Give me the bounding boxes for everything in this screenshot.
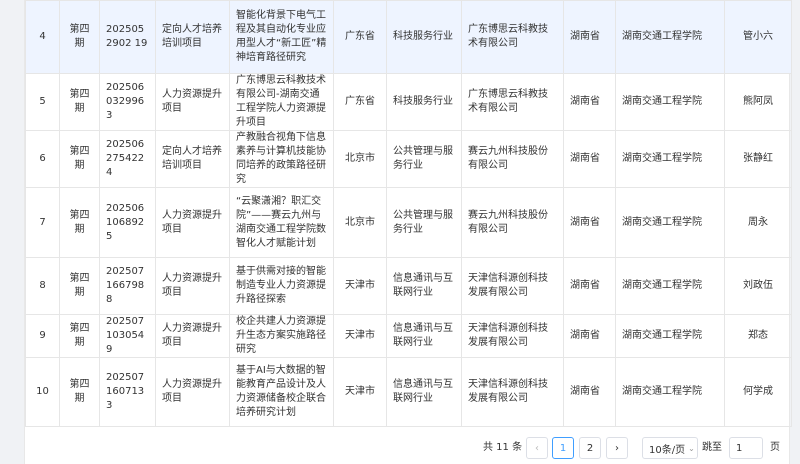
company-province-cell: 天津市: [333, 257, 387, 315]
page-1-button[interactable]: 1: [552, 437, 574, 459]
school-province-cell: 湖南省: [563, 187, 616, 258]
company-name-cell: 广东博思云科教技术有限公司: [461, 73, 564, 131]
page-size-value: 10条/页: [649, 444, 686, 456]
chevron-down-icon: ⌄: [688, 443, 695, 453]
project-type-cell: 人力资源提升项目: [155, 314, 230, 358]
table-row: 4 第四期 2025052902 19 定向人才培养培训项目 智能化背景下电气工程及其自…: [25, 0, 792, 74]
project-id-cell: 2025061068925: [99, 187, 156, 258]
project-title-cell: 广东博思云科教技术有限公司-湖南交通工程学院人力资源提升项目: [229, 73, 334, 131]
school-province-cell: 湖南省: [563, 73, 616, 131]
school-province-cell: 湖南省: [563, 0, 616, 74]
row-number: 5: [25, 73, 60, 131]
row-number: 8: [25, 257, 60, 315]
school-name-cell: 湖南交通工程学院: [615, 130, 725, 188]
school-name-cell: 湖南交通工程学院: [615, 0, 725, 74]
contact-person-cell: 周永: [724, 187, 792, 258]
row-number: 7: [25, 187, 60, 258]
row-number: 4: [25, 0, 60, 74]
project-id-cell: 2025071607133: [99, 357, 156, 427]
row-number: 10: [25, 357, 60, 427]
jump-page-input[interactable]: 1: [729, 437, 763, 459]
project-id-cell: 2025052902 19: [99, 0, 156, 74]
contact-person-cell: 刘政伍: [724, 257, 792, 315]
prev-page-button[interactable]: ‹: [526, 437, 548, 459]
project-id-cell: 2025071667988: [99, 257, 156, 315]
company-province-cell: 北京市: [333, 187, 387, 258]
jump-label: 跳至: [702, 442, 722, 453]
table-row: 8 第四期 2025071667988 人力资源提升项目 基于供需对接的智能制造专业人力…: [25, 257, 792, 315]
table-row: 5 第四期 2025060329963 人力资源提升项目 广东博思云科教技术有限公司-湖…: [25, 73, 792, 131]
contact-person-cell: 管小六: [724, 0, 792, 74]
school-name-cell: 湖南交通工程学院: [615, 357, 725, 427]
industry-cell: 公共管理与服务行业: [386, 187, 462, 258]
project-title-cell: “云聚潇湘？职汇交院”——赛云九州与湖南交通工程学院数智化人才赋能计划: [229, 187, 334, 258]
company-province-cell: 北京市: [333, 130, 387, 188]
company-name-cell: 赛云九州科技股份有限公司: [461, 187, 564, 258]
project-type-cell: 定向人才培养培训项目: [155, 0, 230, 74]
contact-person-cell: 何学成: [724, 357, 792, 427]
project-type-cell: 人力资源提升项目: [155, 187, 230, 258]
company-name-cell: 天津信科源创科技发展有限公司: [461, 257, 564, 315]
next-page-button[interactable]: ›: [606, 437, 628, 459]
period-cell: 第四期: [59, 257, 100, 315]
row-number: 6: [25, 130, 60, 188]
results-panel: 4 第四期 2025052902 19 定向人才培养培训项目 智能化背景下电气工程及其自…: [24, 0, 792, 464]
school-province-cell: 湖南省: [563, 357, 616, 427]
table-row: 9 第四期 2025071030549 人力资源提升项目 校企共建人力资源提升生态方案实…: [25, 314, 792, 358]
industry-cell: 科技服务行业: [386, 73, 462, 131]
school-name-cell: 湖南交通工程学院: [615, 73, 725, 131]
period-cell: 第四期: [59, 314, 100, 358]
company-name-cell: 赛云九州科技股份有限公司: [461, 130, 564, 188]
company-province-cell: 天津市: [333, 357, 387, 427]
school-province-cell: 湖南省: [563, 130, 616, 188]
total-count: 共 11 条: [483, 442, 523, 453]
company-province-cell: 广东省: [333, 73, 387, 131]
project-title-cell: 产教融合视角下信息素养与计算机技能协同培养的政策路径研究: [229, 130, 334, 188]
period-cell: 第四期: [59, 187, 100, 258]
period-cell: 第四期: [59, 0, 100, 74]
contact-person-cell: 张静红: [724, 130, 792, 188]
company-province-cell: 广东省: [333, 0, 387, 74]
school-province-cell: 湖南省: [563, 314, 616, 358]
page-unit-label: 页: [770, 442, 780, 453]
project-id-cell: 2025071030549: [99, 314, 156, 358]
page-2-button[interactable]: 2: [579, 437, 601, 459]
school-province-cell: 湖南省: [563, 257, 616, 315]
industry-cell: 信息通讯与互联网行业: [386, 314, 462, 358]
project-title-cell: 基于AI与大数据的智能教育产品设计及人力资源储备校企联合培养研究计划: [229, 357, 334, 427]
project-title-cell: 校企共建人力资源提升生态方案实施路径研究: [229, 314, 334, 358]
period-cell: 第四期: [59, 357, 100, 427]
industry-cell: 科技服务行业: [386, 0, 462, 74]
period-cell: 第四期: [59, 130, 100, 188]
contact-person-cell: 郑态: [724, 314, 792, 358]
project-type-cell: 人力资源提升项目: [155, 73, 230, 131]
company-province-cell: 天津市: [333, 314, 387, 358]
school-name-cell: 湖南交通工程学院: [615, 314, 725, 358]
company-name-cell: 广东博思云科教技术有限公司: [461, 0, 564, 74]
school-name-cell: 湖南交通工程学院: [615, 187, 725, 258]
project-type-cell: 人力资源提升项目: [155, 257, 230, 315]
industry-cell: 公共管理与服务行业: [386, 130, 462, 188]
project-id-cell: 2025062754224: [99, 130, 156, 188]
period-cell: 第四期: [59, 73, 100, 131]
page-size-select[interactable]: 10条/页 ⌄: [642, 437, 698, 459]
contact-person-cell: 熊阿凤: [724, 73, 792, 131]
school-name-cell: 湖南交通工程学院: [615, 257, 725, 315]
table-row: 10 第四期 2025071607133 人力资源提升项目 基于AI与大数据的智能教育产…: [25, 357, 792, 427]
table-body: 4 第四期 2025052902 19 定向人才培养培训项目 智能化背景下电气工程及其自…: [25, 0, 792, 427]
project-id-cell: 2025060329963: [99, 73, 156, 131]
industry-cell: 信息通讯与互联网行业: [386, 257, 462, 315]
company-name-cell: 天津信科源创科技发展有限公司: [461, 357, 564, 427]
project-title-cell: 基于供需对接的智能制造专业人力资源提升路径探索: [229, 257, 334, 315]
project-title-cell: 智能化背景下电气工程及其自动化专业应用型人才“新工匠”精神培育路径研究: [229, 0, 334, 74]
project-type-cell: 人力资源提升项目: [155, 357, 230, 427]
company-name-cell: 天津信科源创科技发展有限公司: [461, 314, 564, 358]
project-type-cell: 定向人才培养培训项目: [155, 130, 230, 188]
table-row: 7 第四期 2025061068925 人力资源提升项目 “云聚潇湘？职汇交院”——赛云…: [25, 187, 792, 258]
industry-cell: 信息通讯与互联网行业: [386, 357, 462, 427]
row-number: 9: [25, 314, 60, 358]
table-row: 6 第四期 2025062754224 定向人才培养培训项目 产教融合视角下信息素养与计…: [25, 130, 792, 188]
results-table: 4 第四期 2025052902 19 定向人才培养培训项目 智能化背景下电气工程及其自…: [25, 0, 792, 427]
